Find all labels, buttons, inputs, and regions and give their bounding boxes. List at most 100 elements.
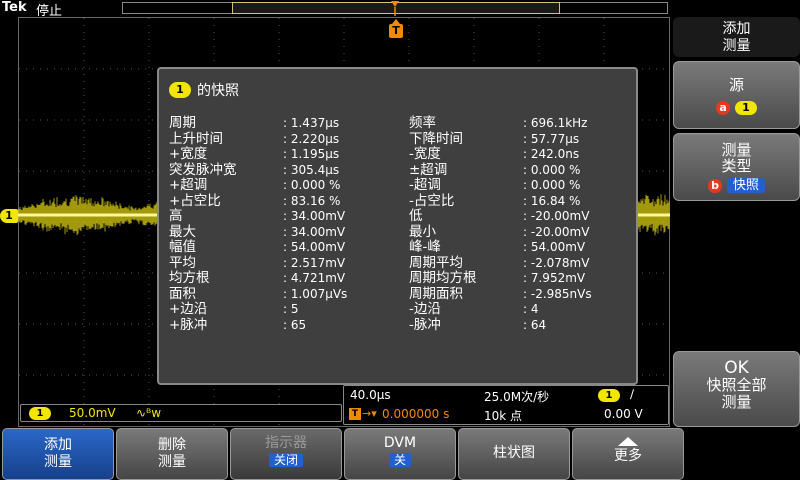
measurement-row: +边沿: 5	[169, 302, 399, 317]
measurement-value: : -2.078mV	[523, 255, 590, 270]
more-button[interactable]: 更多	[572, 428, 684, 480]
measurement-row: 低 : -20.00mV	[409, 209, 639, 224]
delete-measurement-button[interactable]: 删除 测量	[116, 428, 228, 480]
measurement-value: : 34.00mV	[283, 209, 346, 223]
ok-line3: 测量	[721, 393, 752, 411]
side-menu: 添加 测量 源 a 1 测量 类型 b 快照 OK 快照全部 测量	[671, 17, 800, 427]
measurement-value: : 54.00mV	[523, 240, 586, 254]
sample-rate: 25.0M次/秒	[484, 390, 550, 404]
measurement-type-button[interactable]: 测量 类型 b 快照	[673, 133, 800, 201]
measurement-label: 低	[409, 208, 423, 224]
knob-a-icon: a	[716, 101, 731, 115]
measurement-value: : 83.16 %	[283, 193, 341, 208]
measurement-row: 周期 : 1.437µs	[169, 116, 399, 131]
measurement-row: -占空比: 16.84 %	[409, 192, 639, 209]
trigger-point-marker[interactable]: T	[389, 19, 403, 38]
measurement-label: -占空比	[409, 192, 455, 209]
ok-line2: 快照全部	[706, 376, 767, 394]
measurement-row: 上升时间 : 2.220µs	[169, 130, 399, 147]
horizontal-trigger-readout[interactable]: 40.0µs 25.0M次/秒 T →▾ 0.000000 s 10k 点 1 …	[343, 385, 669, 425]
dvm-label: DVM	[383, 435, 417, 451]
brand-logo: Tek	[2, 0, 27, 15]
measurement-value: : 1.195µs	[283, 147, 340, 161]
more-label: 更多	[614, 448, 642, 464]
measurement-row: 平均: 2.517mV	[169, 254, 399, 271]
ch1-vertical-scale: 50.0mV	[69, 406, 116, 420]
measurement-label: +宽度	[169, 146, 208, 162]
measurement-row: 面积 : 1.007µVs	[169, 285, 399, 302]
measurement-row: 均方根: 4.721mV	[169, 271, 399, 286]
record-length: 10k 点	[484, 409, 523, 423]
ok-snapshot-all-button[interactable]: OK 快照全部 测量	[673, 351, 800, 427]
histogram-button[interactable]: 柱状图	[458, 428, 570, 480]
knob-b-icon: b	[708, 179, 723, 193]
measurement-row: 周期面积: -2.985nVs	[409, 286, 639, 302]
measurement-value: : 1.007µVs	[283, 286, 348, 301]
measurement-value: : 4	[523, 302, 539, 316]
add-line2: 测量	[44, 454, 72, 470]
measurement-row: 突发脉冲宽: 305.4µs	[169, 162, 399, 178]
add-line1: 添加	[44, 437, 72, 453]
measurement-label: -脉冲	[409, 316, 441, 333]
measurement-label: 峰-峰	[409, 239, 441, 255]
indicator-button[interactable]: 指示器 关闭	[230, 428, 342, 480]
snapshot-header: 1 的快照	[169, 81, 239, 99]
source-channel-badge: 1	[734, 101, 757, 115]
ch1-readout[interactable]: 1 50.0mV ∿ᴮw	[20, 404, 342, 422]
measurement-label: 周期均方根	[409, 270, 477, 286]
measurement-row: 幅值: 54.00mV	[169, 240, 399, 255]
measurement-row: +脉冲 : 65	[169, 316, 399, 333]
measurement-row: 频率: 696.1kHz	[409, 116, 639, 131]
bandwidth-limit-icon: ∿ᴮw	[136, 406, 162, 420]
add-measurement-button[interactable]: 添加 测量	[2, 428, 114, 480]
delay-arrow-icon: →▾	[362, 407, 377, 420]
measurement-value: : 2.220µs	[283, 131, 340, 146]
measurement-row: -超调 : 0.000 %	[409, 178, 639, 193]
ok-label: OK	[724, 358, 749, 378]
up-arrow-icon	[618, 437, 638, 446]
measurement-label: 周期平均	[409, 254, 463, 271]
measurement-value: : 305.4µs	[283, 162, 340, 177]
delete-line1: 删除	[158, 437, 186, 453]
measurement-row: -边沿: 4	[409, 302, 639, 317]
measurement-row: +占空比: 83.16 %	[169, 193, 399, 209]
measurement-value: : 0.000 %	[523, 162, 581, 177]
measurement-label: 面积	[169, 285, 196, 302]
measurement-label: 上升时间	[169, 130, 223, 147]
measurement-value: : 65	[283, 317, 307, 332]
measurement-value: : -20.00mV	[523, 224, 590, 239]
measurement-label: ±超调	[409, 161, 448, 178]
measurement-row: ±超调 : 0.000 %	[409, 161, 639, 178]
indicator-value: 关闭	[268, 453, 303, 467]
measurement-value: : 64	[523, 317, 547, 332]
measurement-value: : 7.952mV	[523, 271, 586, 285]
horizontal-delay: 0.000000 s	[382, 407, 450, 421]
measurement-label: -宽度	[409, 146, 441, 162]
measurement-label: +脉冲	[169, 316, 208, 333]
measurement-value: : 57.77µs	[523, 131, 580, 146]
measurement-row: -脉冲 : 64	[409, 316, 639, 333]
histogram-label: 柱状图	[493, 445, 535, 461]
measurement-row: 峰-峰 : 54.00mV	[409, 240, 639, 255]
horizontal-scale: 40.0µs	[350, 388, 391, 402]
dvm-button[interactable]: DVM 关	[344, 428, 456, 480]
source-button[interactable]: 源 a 1	[673, 61, 800, 129]
type-value: 快照	[726, 178, 765, 193]
side-title-line1: 添加	[722, 21, 751, 37]
measurement-value: : 0.000 %	[523, 178, 581, 192]
measurement-value: : 1.437µs	[283, 116, 340, 130]
snapshot-measurement-panel: 1 的快照 周期 : 1.437µs 上升时间 : 2.220µs +宽度 : 1.195…	[157, 67, 638, 385]
measurement-value: : 54.00mV	[283, 240, 346, 254]
measurement-row: 周期平均 : -2.078mV	[409, 254, 639, 271]
measurement-row: +宽度 : 1.195µs	[169, 147, 399, 162]
measurement-value: : -20.00mV	[523, 209, 590, 223]
measurement-label: 平均	[169, 254, 196, 271]
measurement-label: 下降时间	[409, 130, 463, 147]
delete-line2: 测量	[158, 454, 186, 470]
measurement-label: -超调	[409, 177, 441, 193]
ch1-ground-marker[interactable]: 1	[0, 209, 18, 223]
measurement-label: 周期	[169, 115, 196, 131]
measurement-value: : 242.0ns	[523, 147, 580, 161]
measurement-row: 高: 34.00mV	[169, 209, 399, 224]
rising-slope-icon: ∕	[630, 387, 635, 401]
